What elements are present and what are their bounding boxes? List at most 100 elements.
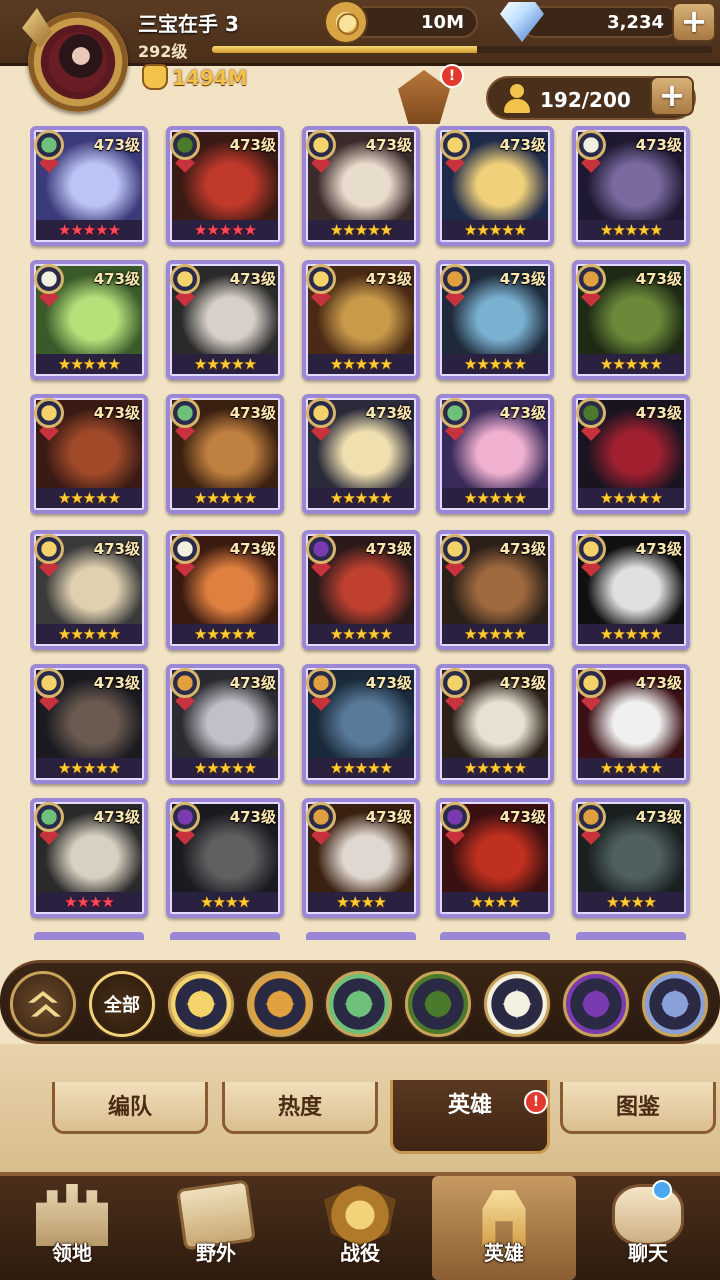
hero-card[interactable]: 473级 ★★★★★ xyxy=(572,126,690,246)
hero-card-partial[interactable] xyxy=(576,932,686,940)
filter-dimensional-button[interactable] xyxy=(642,971,708,1037)
nav-heroes-label: 英雄 xyxy=(484,1241,524,1265)
nav-wilderness[interactable]: 野外 xyxy=(144,1176,288,1280)
faction-medal xyxy=(440,130,470,160)
hero-level: 473级 xyxy=(229,404,276,422)
hero-card[interactable]: 473级 ★★★★★ xyxy=(436,260,554,380)
hero-level: 473级 xyxy=(365,136,412,154)
faction-emblem-icon xyxy=(170,668,206,711)
faction-emblem-icon xyxy=(170,398,206,441)
hero-card-partial[interactable] xyxy=(306,932,416,940)
hero-level: 473级 xyxy=(93,674,140,692)
hero-card[interactable]: 473级 ★★★★★ xyxy=(302,394,420,514)
hero-level: 473级 xyxy=(229,270,276,288)
tab-codex[interactable]: 图鉴 xyxy=(560,1082,716,1134)
gold-amount: 10M xyxy=(421,12,464,33)
hero-stars: ★★★★★ xyxy=(599,625,663,643)
hero-level: 473级 xyxy=(635,404,682,422)
faction-emblem-icon xyxy=(440,668,476,711)
hero-card[interactable]: 473级 ★★★★★ xyxy=(166,530,284,650)
celestial-faction-icon xyxy=(502,989,532,1019)
hero-card[interactable]: 473级 ★★★★★ xyxy=(572,530,690,650)
hero-card-partial[interactable] xyxy=(440,932,550,940)
faction-medal xyxy=(34,668,64,698)
hero-card[interactable]: 473级 ★★★★★ xyxy=(572,260,690,380)
hero-card[interactable]: 473级 ★★★★ xyxy=(572,798,690,918)
faction-medal xyxy=(170,264,200,294)
hero-card[interactable]: 473级 ★★★★ xyxy=(166,798,284,918)
nav-battle[interactable]: 战役 xyxy=(288,1176,432,1280)
hero-stars: ★★★★★ xyxy=(57,759,121,777)
hero-card[interactable]: 473级 ★★★★★ xyxy=(436,394,554,514)
hero-card[interactable]: 473级 ★★★★★ xyxy=(572,394,690,514)
hero-stars: ★★★★★ xyxy=(329,625,393,643)
filter-wilder-button[interactable] xyxy=(326,971,392,1037)
filter-celestial-button[interactable] xyxy=(484,971,550,1037)
hero-card[interactable]: 473级 ★★★★★ xyxy=(166,394,284,514)
hero-card[interactable]: 473级 ★★★★★ xyxy=(572,664,690,784)
hero-card[interactable]: 473级 ★★★★★ xyxy=(166,126,284,246)
faction-emblem-icon xyxy=(306,534,342,577)
hero-level: 473级 xyxy=(365,808,412,826)
hero-stars: ★★★★★ xyxy=(57,355,121,373)
faction-medal xyxy=(306,668,336,698)
tab-heroes[interactable]: 英雄 xyxy=(390,1080,550,1154)
hero-card[interactable]: 473级 ★★★★★ xyxy=(166,260,284,380)
hero-card[interactable]: 473级 ★★★★★ xyxy=(30,126,148,246)
hero-card[interactable]: 473级 ★★★★★ xyxy=(30,394,148,514)
filter-hypogean-button[interactable] xyxy=(563,971,629,1037)
hero-card[interactable]: 473级 ★★★★ xyxy=(30,798,148,918)
hero-level: 473级 xyxy=(365,540,412,558)
hero-card[interactable]: 473级 ★★★★★ xyxy=(436,664,554,784)
hero-card[interactable]: 473级 ★★★★★ xyxy=(30,530,148,650)
hero-level: 473级 xyxy=(93,270,140,288)
hero-stars: ★★★★★ xyxy=(329,489,393,507)
faction-emblem-icon xyxy=(34,534,70,577)
hero-stars: ★★★★★ xyxy=(193,355,257,373)
collapse-filter-button[interactable] xyxy=(10,971,76,1037)
hero-stars: ★★★★★ xyxy=(329,221,393,239)
filter-mauler-button[interactable] xyxy=(247,971,313,1037)
hero-stars: ★★★★★ xyxy=(193,489,257,507)
hero-stars: ★★★★ xyxy=(200,893,251,911)
hero-level: 473级 xyxy=(229,136,276,154)
hero-level: 473级 xyxy=(365,270,412,288)
nav-territory[interactable]: 领地 xyxy=(0,1176,144,1280)
faction-medal xyxy=(576,534,606,564)
hero-level: 473级 xyxy=(499,404,546,422)
faction-emblem-icon xyxy=(34,130,70,173)
hero-card[interactable]: 473级 ★★★★★ xyxy=(436,126,554,246)
hero-card[interactable]: 473级 ★★★★★ xyxy=(302,664,420,784)
tab-formation[interactable]: 编队 xyxy=(52,1082,208,1134)
player-level: 292级 xyxy=(138,42,188,61)
hero-card[interactable]: 473级 ★★★★ xyxy=(436,798,554,918)
hero-level: 473级 xyxy=(93,404,140,422)
faction-medal xyxy=(34,130,64,160)
filter-all-button[interactable]: 全部 xyxy=(89,971,155,1037)
faction-medal xyxy=(306,264,336,294)
hero-stars: ★★★★ xyxy=(470,893,521,911)
hero-card-partial[interactable] xyxy=(34,932,144,940)
hero-card-partial[interactable] xyxy=(170,932,280,940)
hero-card[interactable]: 473级 ★★★★★ xyxy=(30,664,148,784)
hero-card[interactable]: 473级 ★★★★★ xyxy=(436,530,554,650)
faction-emblem-icon xyxy=(576,668,612,711)
filter-graveborn-button[interactable] xyxy=(405,971,471,1037)
hero-card[interactable]: 473级 ★★★★★ xyxy=(302,530,420,650)
faction-medal xyxy=(440,398,470,428)
diamond-counter: 3,234 xyxy=(520,6,680,38)
player-avatar[interactable] xyxy=(22,6,134,118)
hero-card[interactable]: 473级 ★★★★★ xyxy=(30,260,148,380)
hero-card[interactable]: 473级 ★★★★★ xyxy=(166,664,284,784)
faction-emblem-icon xyxy=(440,534,476,577)
hero-level: 473级 xyxy=(499,540,546,558)
hero-card[interactable]: 473级 ★★★★★ xyxy=(302,126,420,246)
add-diamonds-button[interactable]: + xyxy=(672,2,716,42)
tab-heat[interactable]: 热度 xyxy=(222,1082,378,1134)
nav-chat[interactable]: 聊天 xyxy=(576,1176,720,1280)
hero-card[interactable]: 473级 ★★★★★ xyxy=(302,260,420,380)
filter-lightbearer-button[interactable] xyxy=(168,971,234,1037)
expand-capacity-button[interactable]: + xyxy=(650,76,694,116)
hero-card[interactable]: 473级 ★★★★ xyxy=(302,798,420,918)
nav-heroes[interactable]: 英雄 xyxy=(432,1176,576,1280)
